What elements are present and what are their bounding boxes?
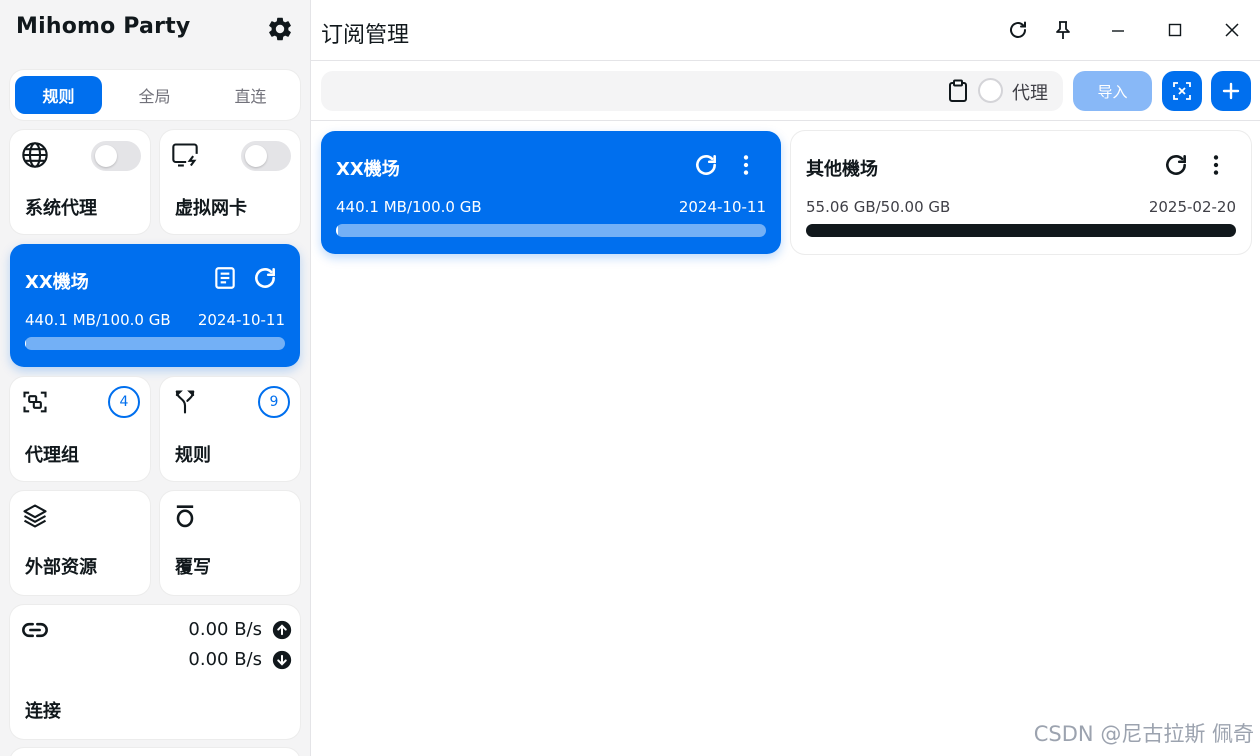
title-bar: 订阅管理 [311, 0, 1260, 61]
sidebar-next-card[interactable] [10, 748, 300, 756]
use-proxy-label: 代理 [1012, 83, 1048, 104]
pin-icon[interactable] [1049, 16, 1077, 44]
override-label: 覆写 [175, 557, 211, 578]
profile-toolbar: 代理 导入 [311, 61, 1260, 121]
profile-name: 其他機场 [806, 159, 878, 180]
override-card[interactable]: 覆写 [160, 491, 300, 595]
resources-card[interactable]: 外部资源 [10, 491, 150, 595]
tun-toggle[interactable] [241, 141, 291, 171]
profile-card[interactable]: XX機场 440.1 MB/100.0 GB 2024-10-11 [321, 131, 781, 254]
watermark: CSDN @尼古拉斯 佩奇 [1033, 722, 1254, 746]
profile-usage-bar [336, 224, 766, 237]
profile-usage: 440.1 MB/100.0 GB [25, 311, 171, 329]
more-vertical-icon[interactable] [1203, 152, 1229, 178]
profile-usage-fill [336, 224, 338, 237]
import-button[interactable]: 导入 [1073, 71, 1152, 111]
rules-count: 9 [258, 386, 290, 418]
refresh-icon[interactable] [1163, 152, 1189, 178]
clipboard-icon[interactable] [947, 79, 969, 103]
profile-name: XX機场 [336, 159, 400, 180]
proxy-groups-card[interactable]: 4 代理组 [10, 377, 150, 481]
override-icon [176, 505, 194, 528]
globe-icon [22, 142, 48, 168]
download-speed: 0.00 B/s [188, 649, 262, 670]
tab-global-mode[interactable]: 全局 [111, 76, 198, 114]
virtual-nic-icon [172, 143, 198, 167]
refresh-icon[interactable] [693, 152, 719, 178]
close-icon[interactable] [1218, 16, 1246, 44]
sidebar: Mihomo Party 规则 全局 直连 系统代理 虚拟网卡 XX機场 440… [0, 0, 311, 756]
tab-direct-mode[interactable]: 直连 [207, 76, 294, 114]
current-profile-card[interactable]: XX機场 440.1 MB/100.0 GB 2024-10-11 [10, 244, 300, 367]
profile-date: 2024-10-11 [197, 311, 285, 329]
profile-usage: 55.06 GB/50.00 GB [806, 198, 951, 216]
document-icon[interactable] [212, 265, 238, 291]
scan-button[interactable] [1162, 71, 1202, 111]
proxy-groups-label: 代理组 [25, 445, 79, 466]
scan-icon [1173, 82, 1191, 100]
layers-icon [23, 504, 47, 528]
upload-speed: 0.00 B/s [188, 619, 262, 640]
profile-date: 2025-02-20 [1148, 198, 1236, 216]
proxy-groups-count: 4 [108, 386, 140, 418]
mode-tabs: 规则 全局 直连 [10, 70, 300, 120]
profile-usage-bar [25, 337, 285, 350]
resources-label: 外部资源 [25, 557, 97, 578]
refresh-icon[interactable] [252, 265, 278, 291]
tun-card[interactable]: 虚拟网卡 [160, 130, 300, 234]
arrow-up-circle-icon [272, 620, 292, 640]
profile-card[interactable]: 其他機场 55.06 GB/50.00 GB 2025-02-20 [791, 131, 1251, 254]
gear-icon[interactable] [266, 15, 294, 43]
profile-usage: 440.1 MB/100.0 GB [336, 198, 482, 216]
proxy-group-icon [23, 391, 47, 413]
profile-usage-fill [806, 224, 1236, 237]
more-vertical-icon[interactable] [733, 152, 759, 178]
connections-label: 连接 [25, 701, 61, 722]
refresh-icon[interactable] [1004, 16, 1032, 44]
arrow-down-circle-icon [272, 650, 292, 670]
rules-card[interactable]: 9 规则 [160, 377, 300, 481]
profile-usage-fill [25, 337, 27, 350]
maximize-icon[interactable] [1161, 16, 1189, 44]
link-icon [22, 622, 48, 638]
connections-card[interactable]: 0.00 B/s 0.00 B/s 连接 [10, 605, 300, 739]
page-title: 订阅管理 [321, 23, 410, 48]
profile-date: 2024-10-11 [678, 198, 766, 216]
rules-label: 规则 [175, 445, 211, 466]
minimize-icon[interactable] [1104, 16, 1132, 44]
fork-icon [175, 390, 195, 414]
use-proxy-checkbox[interactable] [978, 78, 1003, 103]
plus-icon [1222, 82, 1240, 100]
profile-name: XX機场 [25, 272, 89, 293]
tun-label: 虚拟网卡 [175, 198, 247, 219]
app-title: Mihomo Party [16, 14, 191, 39]
system-proxy-card[interactable]: 系统代理 [10, 130, 150, 234]
add-profile-button[interactable] [1211, 71, 1251, 111]
profile-usage-bar [806, 224, 1236, 237]
system-proxy-toggle[interactable] [91, 141, 141, 171]
system-proxy-label: 系统代理 [25, 198, 97, 219]
tab-rule-mode[interactable]: 规则 [15, 76, 102, 114]
